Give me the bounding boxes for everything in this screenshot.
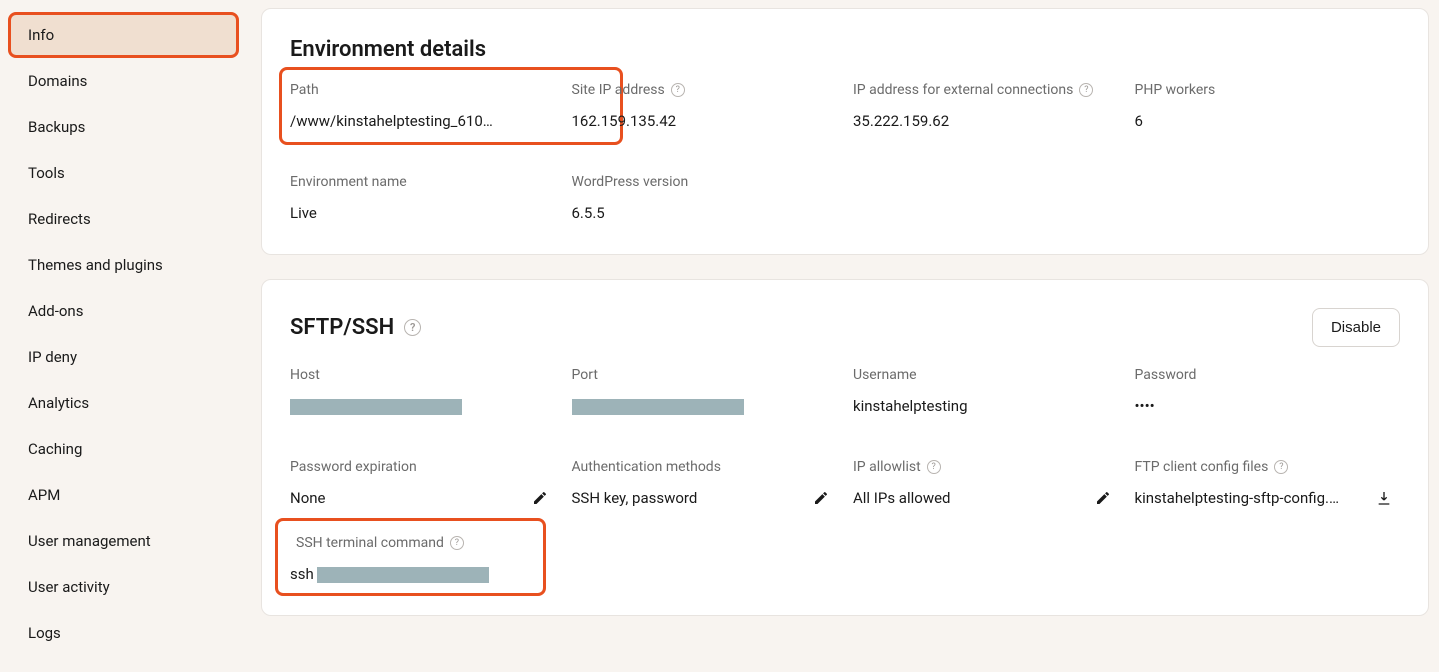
- redacted-value: [572, 399, 744, 415]
- disable-button[interactable]: Disable: [1312, 308, 1400, 347]
- field-value: kinstahelptesting-sftp-config.…: [1135, 489, 1340, 507]
- help-icon[interactable]: ?: [927, 460, 941, 474]
- sidebar-item-user-activity[interactable]: User activity: [10, 566, 237, 608]
- help-icon[interactable]: ?: [1274, 460, 1288, 474]
- field-value: [572, 397, 838, 415]
- field-value: None: [290, 489, 326, 507]
- field-value: SSH key, password: [572, 489, 698, 507]
- sidebar-item-analytics[interactable]: Analytics: [10, 382, 237, 424]
- sidebar-item-logs[interactable]: Logs: [10, 612, 237, 654]
- main-content: Environment details Path /www/kinstahelp…: [247, 0, 1439, 672]
- field-value: kinstahelptesting: [853, 397, 1119, 415]
- edit-icon[interactable]: [532, 490, 548, 506]
- field-label: Environment name: [290, 174, 407, 190]
- wp-version-field: WordPress version 6.5.5: [572, 174, 838, 222]
- env-path-field: Path /www/kinstahelptesting_610…: [286, 74, 616, 138]
- field-label: PHP workers: [1135, 82, 1216, 98]
- download-icon[interactable]: [1376, 490, 1392, 506]
- field-value: All IPs allowed: [853, 489, 951, 507]
- sidebar-item-label: Backups: [28, 118, 85, 136]
- sidebar-item-label: Domains: [28, 72, 87, 90]
- help-icon[interactable]: ?: [1079, 83, 1093, 97]
- sidebar-item-label: APM: [28, 486, 60, 504]
- field-value: ssh: [290, 565, 489, 583]
- sidebar-item-caching[interactable]: Caching: [10, 428, 237, 470]
- sidebar-item-ip-deny[interactable]: IP deny: [10, 336, 237, 378]
- php-workers-field: PHP workers 6: [1135, 82, 1401, 130]
- field-value: 6: [1135, 112, 1401, 130]
- sidebar-item-redirects[interactable]: Redirects: [10, 198, 237, 240]
- help-icon[interactable]: ?: [450, 536, 464, 550]
- field-label: Host: [290, 367, 320, 383]
- sidebar-item-label: Themes and plugins: [28, 256, 163, 274]
- field-label: Path: [290, 82, 319, 98]
- sidebar-item-label: IP deny: [28, 348, 77, 366]
- password-field: Password ••••: [1135, 367, 1401, 415]
- env-name-field: Environment name Live: [290, 174, 556, 222]
- username-field: Username kinstahelptesting: [853, 367, 1119, 415]
- ssh-terminal-command-field: SSH terminal command? ssh: [282, 525, 539, 589]
- sidebar-item-tools[interactable]: Tools: [10, 152, 237, 194]
- external-ip-field: IP address for external connections? 35.…: [853, 82, 1119, 130]
- field-label: Username: [853, 367, 917, 383]
- field-value: 6.5.5: [572, 204, 838, 222]
- field-value: [290, 397, 556, 415]
- card-title: Environment details: [290, 37, 486, 62]
- field-value: /www/kinstahelptesting_610…: [290, 112, 556, 130]
- ftp-config-field: FTP client config files? kinstahelptesti…: [1135, 459, 1401, 507]
- sidebar-item-label: Redirects: [28, 210, 91, 228]
- sftp-ssh-card: SFTP/SSH? Disable Host Port Username kin…: [261, 279, 1429, 616]
- field-value: 35.222.159.62: [853, 112, 1119, 130]
- field-label: IP allowlist?: [853, 459, 941, 475]
- ip-allowlist-field: IP allowlist? All IPs allowed: [853, 459, 1119, 507]
- sidebar-item-themes-plugins[interactable]: Themes and plugins: [10, 244, 237, 286]
- sidebar-item-label: Tools: [28, 164, 65, 182]
- field-value: 162.159.135.42: [572, 112, 838, 130]
- field-label: Password expiration: [290, 459, 417, 475]
- sidebar-item-label: User activity: [28, 578, 110, 596]
- field-label: SSH terminal command?: [290, 535, 464, 551]
- sidebar-item-domains[interactable]: Domains: [10, 60, 237, 102]
- help-icon[interactable]: ?: [671, 83, 685, 97]
- auth-methods-field: Authentication methods SSH key, password: [572, 459, 838, 507]
- field-value: ••••: [1135, 397, 1401, 415]
- field-label: Authentication methods: [572, 459, 721, 475]
- field-label: IP address for external connections?: [853, 82, 1093, 98]
- sidebar-item-label: Add-ons: [28, 302, 83, 320]
- sidebar-item-label: Caching: [28, 440, 82, 458]
- field-label: FTP client config files?: [1135, 459, 1289, 475]
- sidebar-item-backups[interactable]: Backups: [10, 106, 237, 148]
- field-value: Live: [290, 204, 556, 222]
- edit-icon[interactable]: [813, 490, 829, 506]
- sidebar-item-apm[interactable]: APM: [10, 474, 237, 516]
- redacted-value: [317, 567, 489, 583]
- field-label: Password: [1135, 367, 1197, 383]
- port-field: Port: [572, 367, 838, 415]
- sidebar-item-label: Logs: [28, 624, 61, 642]
- sidebar-item-add-ons[interactable]: Add-ons: [10, 290, 237, 332]
- sidebar-item-label: User management: [28, 532, 151, 550]
- card-title: SFTP/SSH?: [290, 315, 421, 340]
- sidebar: Info Domains Backups Tools Redirects The…: [0, 0, 247, 672]
- site-ip-field: Site IP address? 162.159.135.42: [572, 82, 838, 130]
- sidebar-item-label: Analytics: [28, 394, 89, 412]
- environment-details-card: Environment details Path /www/kinstahelp…: [261, 8, 1429, 255]
- field-label: Port: [572, 367, 598, 383]
- sidebar-item-info[interactable]: Info: [10, 14, 237, 56]
- field-label: Site IP address?: [572, 82, 685, 98]
- field-label: WordPress version: [572, 174, 689, 190]
- sidebar-item-user-management[interactable]: User management: [10, 520, 237, 562]
- redacted-value: [290, 399, 462, 415]
- help-icon[interactable]: ?: [404, 319, 421, 336]
- sidebar-item-label: Info: [28, 26, 54, 44]
- password-expiration-field: Password expiration None: [290, 459, 556, 507]
- edit-icon[interactable]: [1095, 490, 1111, 506]
- host-field: Host: [290, 367, 556, 415]
